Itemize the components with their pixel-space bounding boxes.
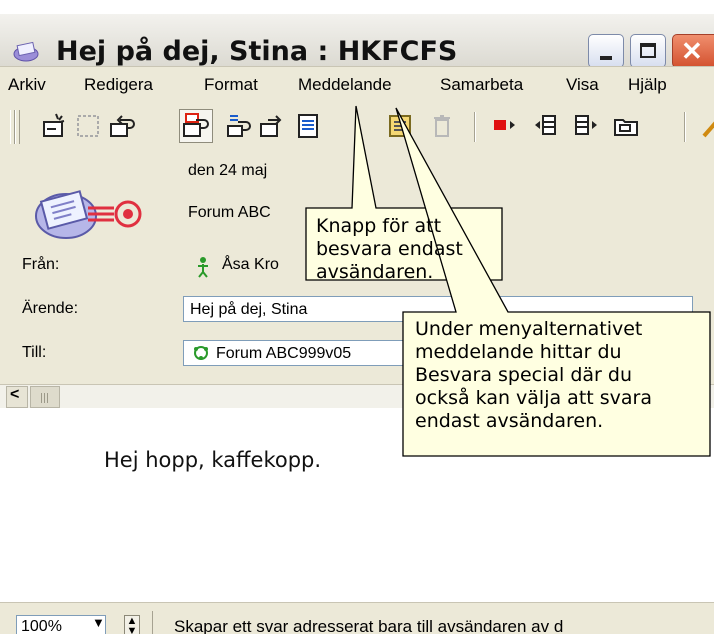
callout-reply-sender: Knapp för att besvara endast avsändaren. [316, 215, 463, 283]
message-window: Hej på dej, Stina : HKFCFS ✕ Arkiv Redig… [0, 0, 714, 634]
callout-menu-hint: Under menyalternativet meddelande hittar… [415, 318, 652, 432]
callout-shapes [305, 105, 711, 457]
